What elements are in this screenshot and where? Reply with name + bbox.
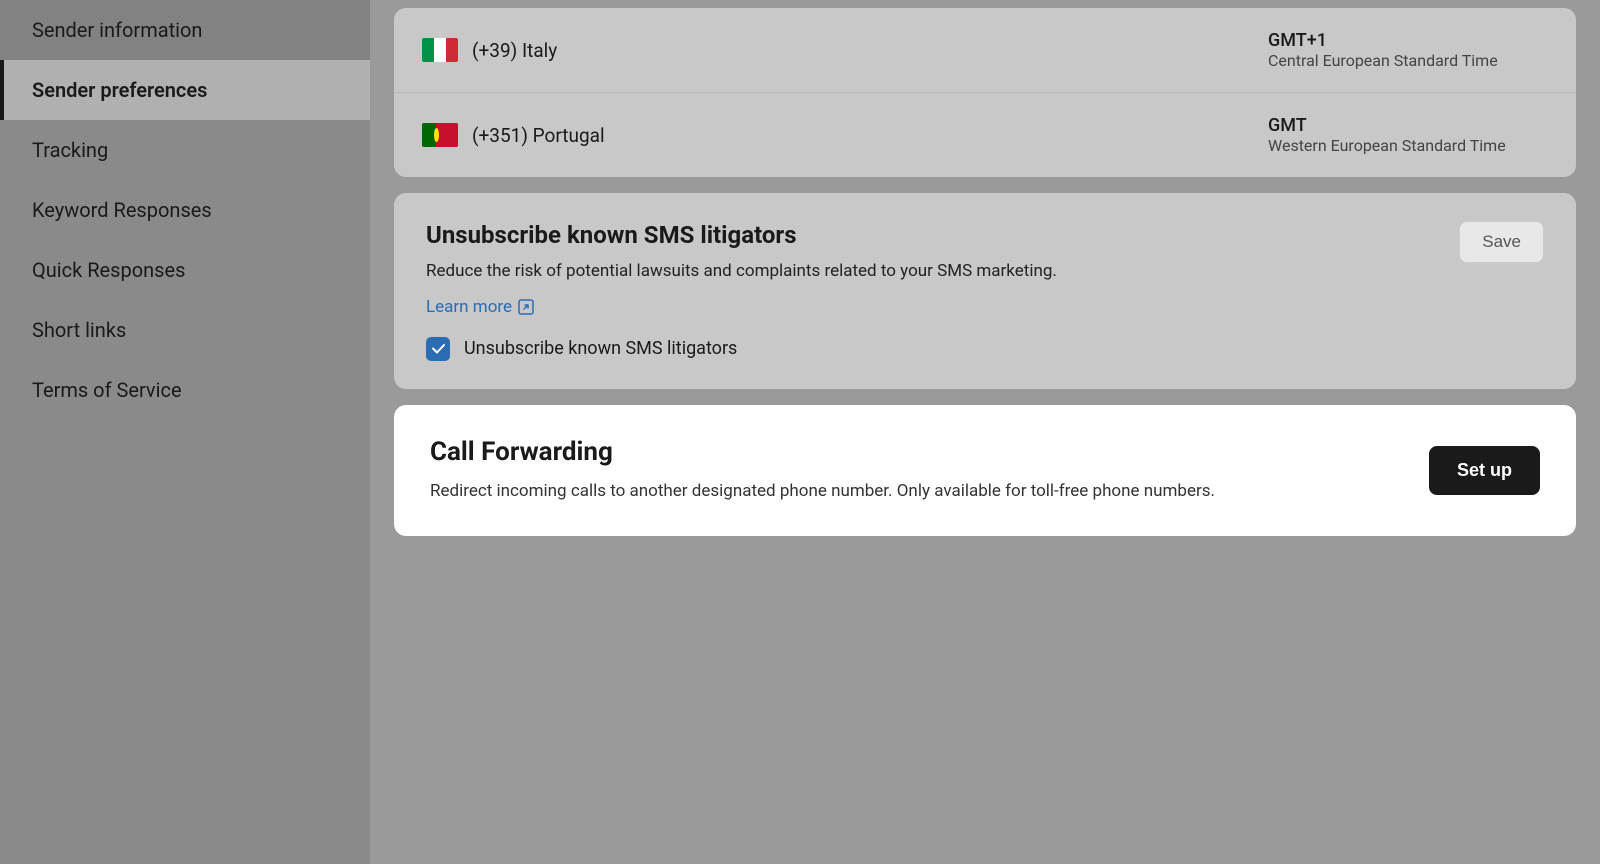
unsubscribe-card: Unsubscribe known SMS litigators Reduce … — [394, 193, 1576, 389]
main-content: (+39) ItalyGMT+1Central European Standar… — [370, 0, 1600, 864]
checkbox-row: Unsubscribe known SMS litigators — [426, 337, 1439, 361]
timezone-full: Central European Standard Time — [1268, 51, 1548, 70]
flag-italy — [422, 38, 458, 62]
save-button[interactable]: Save — [1459, 221, 1544, 263]
phone-row: (+39) ItalyGMT+1Central European Standar… — [394, 8, 1576, 93]
unsubscribe-description: Reduce the risk of potential lawsuits an… — [426, 259, 1439, 285]
timezone-full: Western European Standard Time — [1268, 136, 1548, 155]
sidebar-item-keyword-responses[interactable]: Keyword Responses — [0, 180, 370, 240]
timezone-abbr: GMT — [1268, 115, 1548, 136]
phone-numbers-card: (+39) ItalyGMT+1Central European Standar… — [394, 8, 1576, 177]
setup-button[interactable]: Set up — [1429, 446, 1540, 495]
phone-row: (+351) PortugalGMTWestern European Stand… — [394, 93, 1576, 177]
flag-portugal — [422, 123, 458, 147]
timezone-info: GMT+1Central European Standard Time — [1268, 30, 1548, 70]
call-forwarding-description: Redirect incoming calls to another desig… — [430, 479, 1409, 505]
sidebar-item-sender-preferences[interactable]: Sender preferences — [0, 60, 370, 120]
phone-number: (+39) Italy — [472, 39, 1268, 62]
phone-number: (+351) Portugal — [472, 124, 1268, 147]
sidebar-item-tracking[interactable]: Tracking — [0, 120, 370, 180]
sidebar-item-sender-information[interactable]: Sender information — [0, 0, 370, 60]
unsubscribe-checkbox[interactable] — [426, 337, 450, 361]
unsubscribe-title: Unsubscribe known SMS litigators — [426, 221, 1439, 249]
external-link-icon — [518, 299, 534, 315]
sidebar-item-quick-responses[interactable]: Quick Responses — [0, 240, 370, 300]
sidebar-item-terms-of-service[interactable]: Terms of Service — [0, 360, 370, 420]
unsubscribe-content: Unsubscribe known SMS litigators Reduce … — [426, 221, 1439, 361]
sidebar: Sender informationSender preferencesTrac… — [0, 0, 370, 864]
call-forwarding-title: Call Forwarding — [430, 437, 1409, 467]
timezone-info: GMTWestern European Standard Time — [1268, 115, 1548, 155]
call-forwarding-content: Call Forwarding Redirect incoming calls … — [430, 437, 1409, 505]
timezone-abbr: GMT+1 — [1268, 30, 1548, 51]
learn-more-link[interactable]: Learn more — [426, 297, 534, 317]
checkbox-label: Unsubscribe known SMS litigators — [464, 338, 737, 359]
sidebar-item-short-links[interactable]: Short links — [0, 300, 370, 360]
call-forwarding-card: Call Forwarding Redirect incoming calls … — [394, 405, 1576, 537]
